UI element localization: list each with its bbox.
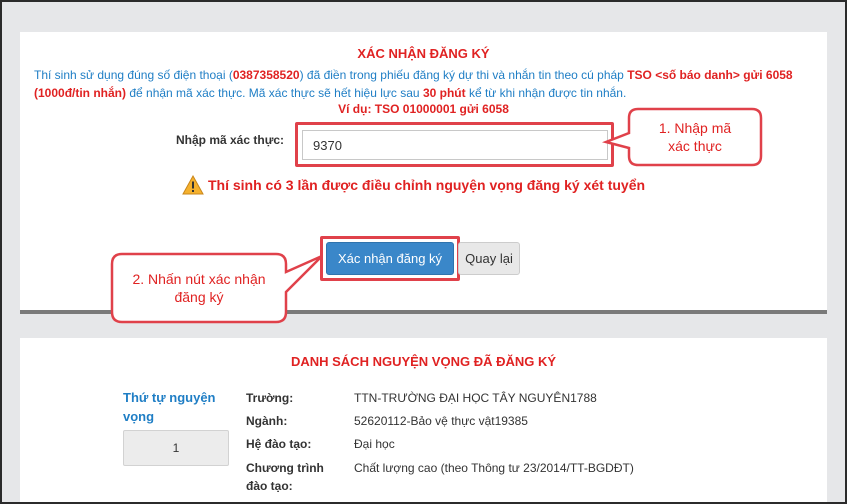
instructions-text: Thí sinh sử dụng đúng số điện thoại (038…: [34, 68, 793, 100]
wish-order-label: Thứ tự nguyện vọng: [123, 390, 216, 424]
wishes-title: DANH SÁCH NGUYỆN VỌNG ĐÃ ĐĂNG KÝ: [290, 354, 557, 369]
button-highlight-box: [320, 236, 460, 281]
callout-2-line2: đăng ký: [174, 289, 224, 305]
callout-2-line1: 2. Nhấn nút xác nhận: [132, 271, 266, 287]
phone-number: 0387358520: [232, 68, 300, 82]
callout-enter-code: 1. Nhập mã xác thực: [601, 106, 764, 168]
wish-order-value[interactable]: 1: [123, 430, 229, 466]
callout-1-line1: 1. Nhập mã: [658, 120, 732, 136]
code-label: Nhập mã xác thực:: [176, 133, 285, 147]
warning-icon: [182, 175, 204, 195]
adjustment-warning: Thí sinh có 3 lần được điều chỉnh nguyện…: [182, 175, 645, 195]
confirm-title: XÁC NHẬN ĐĂNG KÝ: [357, 46, 490, 61]
callout-1-line2: xác thực: [668, 138, 722, 154]
code-highlight-box: [295, 122, 614, 167]
expiry-time: 30 phút: [422, 86, 466, 100]
callout-click-confirm: 2. Nhấn nút xác nhận đăng ký: [110, 248, 323, 324]
back-button[interactable]: Quay lại: [458, 242, 520, 275]
registered-wishes-panel: DANH SÁCH NGUYỆN VỌNG ĐÃ ĐĂNG KÝ Thứ tự …: [20, 338, 827, 504]
warning-text: Thí sinh có 3 lần được điều chỉnh nguyện…: [208, 177, 646, 193]
